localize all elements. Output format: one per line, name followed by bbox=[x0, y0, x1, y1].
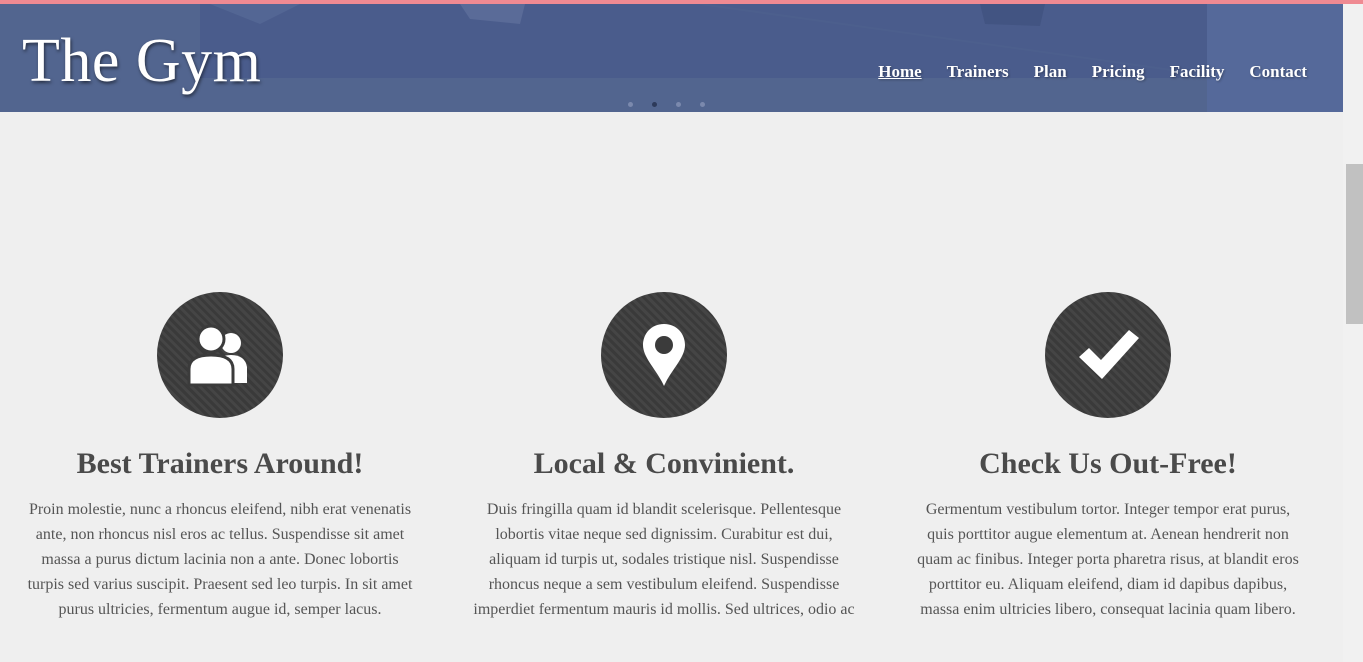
site-header: The Gym Home Trainers Plan Pricing Facil… bbox=[0, 4, 1343, 112]
feature-text: Duis fringilla quam id blandit scelerisq… bbox=[473, 501, 855, 618]
map-pin-icon bbox=[601, 292, 727, 418]
checkmark-icon bbox=[1045, 292, 1171, 418]
slider-dot[interactable] bbox=[628, 102, 633, 107]
slider-dot[interactable] bbox=[676, 102, 681, 107]
nav-link-contact[interactable]: Contact bbox=[1249, 62, 1307, 82]
main-nav: Home Trainers Plan Pricing Facility Cont… bbox=[853, 62, 1307, 82]
nav-link-pricing[interactable]: Pricing bbox=[1092, 62, 1145, 82]
slider-dot-active[interactable] bbox=[652, 102, 657, 107]
feature-text: Germentum vestibulum tortor. Integer tem… bbox=[917, 501, 1299, 618]
scrollbar-thumb[interactable] bbox=[1346, 164, 1363, 324]
feature-location: Local & Convinient. Duis fringilla quam … bbox=[464, 292, 864, 622]
feature-trainers: Best Trainers Around! Proin molestie, nu… bbox=[20, 292, 420, 622]
slider-dot[interactable] bbox=[700, 102, 705, 107]
nav-link-facility[interactable]: Facility bbox=[1170, 62, 1225, 82]
nav-link-home[interactable]: Home bbox=[878, 62, 921, 82]
feature-title: Best Trainers Around! bbox=[76, 447, 364, 480]
nav-link-trainers[interactable]: Trainers bbox=[947, 62, 1009, 82]
feature-text: Proin molestie, nunc a rhoncus eleifend,… bbox=[27, 501, 413, 618]
feature-title: Check Us Out-Free! bbox=[979, 447, 1237, 480]
feature-title: Local & Convinient. bbox=[533, 447, 795, 480]
page-scrollbar[interactable] bbox=[1343, 4, 1363, 662]
site-logo[interactable]: The Gym bbox=[22, 22, 261, 100]
users-icon bbox=[157, 292, 283, 418]
feature-free-trial: Check Us Out-Free! Germentum vestibulum … bbox=[908, 292, 1308, 622]
nav-link-plan[interactable]: Plan bbox=[1034, 62, 1067, 82]
slider-dots bbox=[628, 102, 705, 107]
